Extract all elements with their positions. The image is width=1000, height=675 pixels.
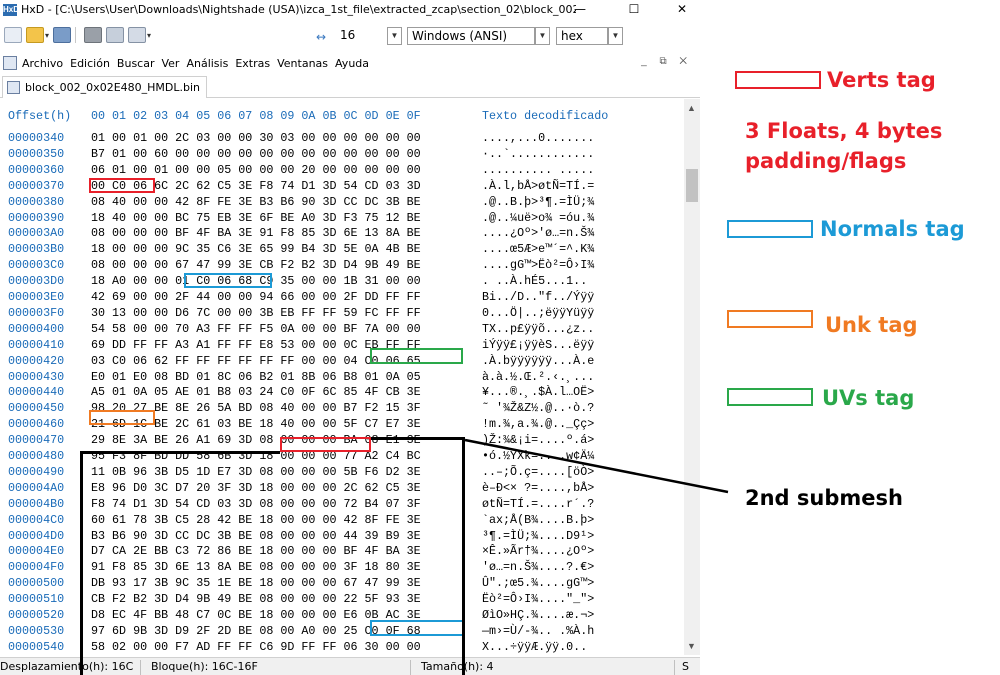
submesh-pointer [464,438,729,494]
normals-legend-label: Normals tag [820,217,965,241]
submesh-label: 2nd submesh [745,486,903,510]
uvs-legend-label: UVs tag [822,386,915,410]
unk-legend-swatch [727,310,813,328]
uvs-legend-swatch [727,388,813,406]
verts-description: 3 Floats, 4 bytes padding/flags [745,119,943,173]
verts-legend-swatch [735,71,821,89]
unk-legend-label: Unk tag [825,313,918,337]
submesh-pointer-line [464,438,729,494]
verts-legend-label: Verts tag [827,68,936,92]
normals-legend-swatch [727,220,813,238]
